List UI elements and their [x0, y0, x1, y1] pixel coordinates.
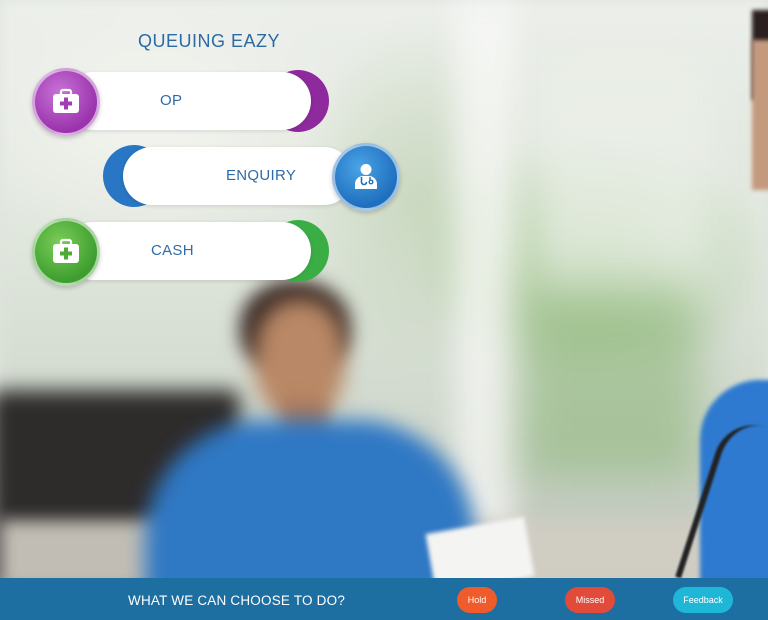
menu-item-cash[interactable]: CASH [32, 218, 329, 286]
menu-item-op[interactable]: OP [32, 68, 329, 136]
app-title: QUEUING EAZY [138, 31, 281, 51]
bottom-prompt: WHAT WE CAN CHOOSE TO DO? [128, 593, 346, 608]
medical-kit-icon [32, 68, 100, 136]
menu-item-enquiry[interactable]: ENQUIRY [103, 143, 400, 211]
bottom-action-bar: WHAT WE CAN CHOOSE TO DO? Hold Missed Fe… [0, 578, 768, 620]
missed-button[interactable]: Missed [565, 587, 615, 613]
hold-button[interactable]: Hold [457, 587, 497, 613]
pill-body [64, 72, 311, 130]
medical-kit-icon [32, 218, 100, 286]
doctor-icon [332, 143, 400, 211]
menu-item-label: CASH [151, 242, 194, 259]
feedback-button[interactable]: Feedback [673, 587, 733, 613]
menu-item-label: ENQUIRY [226, 167, 297, 184]
menu-item-label: OP [160, 92, 183, 109]
